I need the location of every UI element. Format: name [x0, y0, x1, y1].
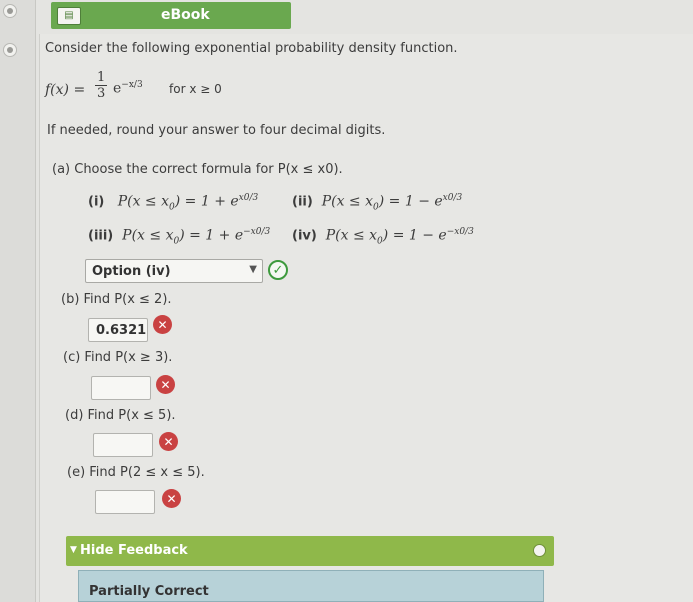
left-gutter	[0, 0, 36, 602]
part-a-prompt: (a) Choose the correct formula for P(x ≤…	[52, 162, 343, 177]
book-icon: ▤	[57, 6, 81, 25]
incorrect-x-icon: ✕	[162, 489, 181, 508]
part-e-prompt: (e) Find P(2 ≤ x ≤ 5).	[67, 465, 205, 480]
fx-exponential: e−x/3	[113, 80, 143, 97]
hide-feedback-toggle[interactable]: ▼ Hide Feedback	[66, 536, 554, 566]
ebook-label: eBook	[161, 7, 210, 23]
part-d-prompt: (d) Find P(x ≤ 5).	[65, 408, 176, 423]
part-c-answer-input[interactable]	[91, 376, 151, 400]
radio-icon[interactable]	[3, 4, 17, 18]
fx-fraction: 1 3	[95, 70, 108, 101]
fx-numerator: 1	[95, 70, 108, 86]
rounding-note: If needed, round your answer to four dec…	[47, 123, 386, 138]
formula-option-iii: (iii) P(x ≤ x0) = 1 + e−x0/3	[88, 227, 271, 247]
radio-icon[interactable]	[533, 544, 546, 557]
incorrect-x-icon: ✕	[153, 315, 172, 334]
incorrect-x-icon: ✕	[159, 432, 178, 451]
chevron-down-icon: ▼	[249, 264, 257, 275]
formula-option-iv: (iv) P(x ≤ x0) = 1 − e−x0/3	[292, 227, 474, 247]
part-b-prompt: (b) Find P(x ≤ 2).	[61, 292, 172, 307]
incorrect-x-icon: ✕	[156, 375, 175, 394]
hide-feedback-label: Hide Feedback	[80, 543, 188, 558]
part-d-answer-input[interactable]	[93, 433, 153, 457]
problem-intro: Consider the following exponential proba…	[45, 41, 458, 56]
formula-select[interactable]: Option (iv) ▼	[85, 259, 263, 283]
part-c-prompt: (c) Find P(x ≥ 3).	[63, 350, 173, 365]
triangle-down-icon: ▼	[70, 545, 77, 555]
fx-denominator: 3	[97, 86, 106, 101]
fx-domain: for x ≥ 0	[169, 82, 222, 96]
correct-check-icon: ✓	[268, 260, 288, 280]
fx-lhs: f(x) =	[45, 82, 86, 98]
formula-option-ii: (ii) P(x ≤ x0) = 1 − ex0/3	[292, 193, 463, 213]
ebook-button[interactable]: ▤ eBook	[51, 2, 291, 29]
feedback-status-panel: Partially Correct	[78, 570, 544, 602]
part-e-answer-input[interactable]	[95, 490, 155, 514]
formula-select-value: Option (iv)	[92, 264, 171, 279]
radio-icon[interactable]	[3, 43, 17, 57]
feedback-status: Partially Correct	[89, 584, 209, 599]
formula-option-i: (i) P(x ≤ x0) = 1 + ex0/3	[88, 193, 259, 213]
part-b-answer-input[interactable]: 0.6321	[88, 318, 148, 342]
